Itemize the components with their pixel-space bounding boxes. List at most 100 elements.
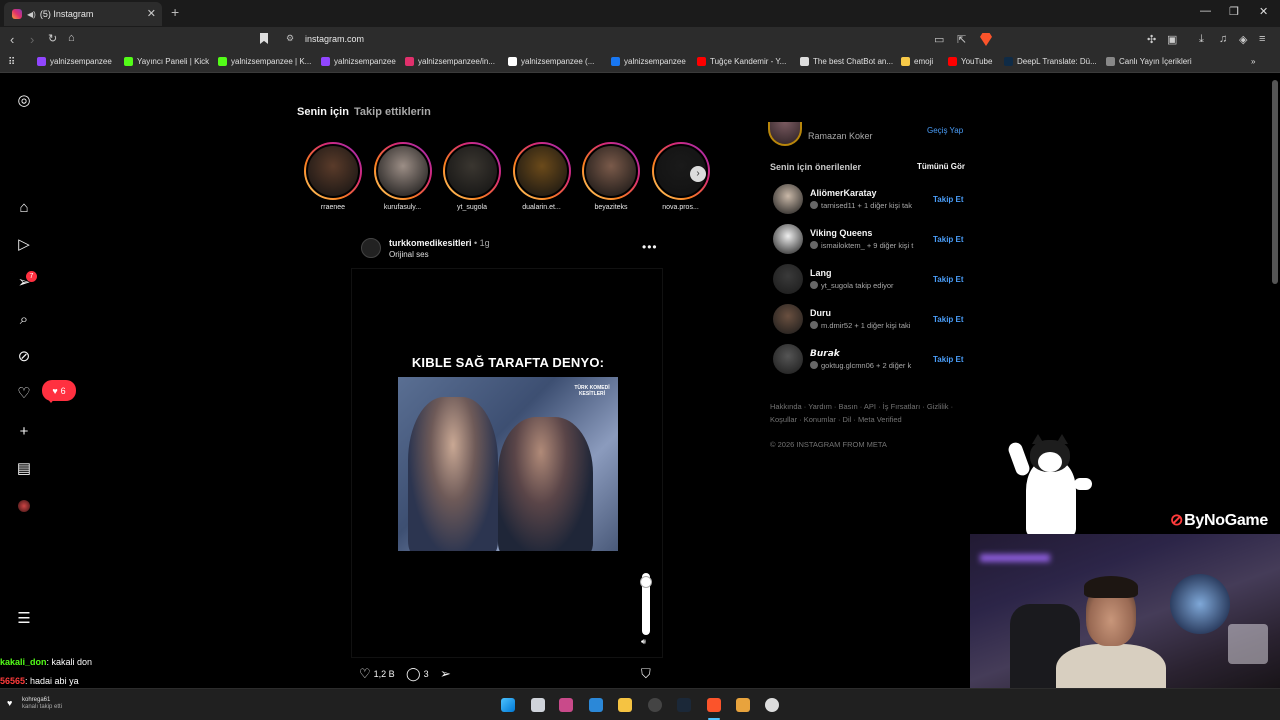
skull-app-icon[interactable] xyxy=(765,698,779,712)
bookmark-item[interactable]: Canlı Yayın İçerikleri xyxy=(1106,57,1192,66)
like-button[interactable]: ♡ 1,2 B xyxy=(359,666,395,682)
bookmark-item[interactable]: yalnizsempanzee/in... xyxy=(405,57,495,66)
reload-icon[interactable]: ↻ xyxy=(48,32,57,45)
suggestion-avatar[interactable] xyxy=(773,264,803,294)
minimize-icon[interactable]: — xyxy=(1200,5,1211,17)
follow-button[interactable]: Takip Et xyxy=(933,235,964,244)
url-field[interactable]: ⚙ instagram.com xyxy=(281,31,1001,49)
follow-button[interactable]: Takip Et xyxy=(933,195,964,204)
notification-pill[interactable]: ♥ 6 xyxy=(42,380,76,403)
back-icon[interactable]: ‹ xyxy=(10,32,14,47)
bookmark-item[interactable]: Tuğçe Kandemir - Y... xyxy=(697,57,786,66)
bookmark-page-icon[interactable] xyxy=(260,33,268,44)
speaker-icon[interactable]: ◀) xyxy=(27,10,36,19)
sidebar-toggle-icon[interactable]: ▣ xyxy=(1167,33,1177,46)
story-item[interactable]: dualarin.et... xyxy=(512,142,571,211)
post-video[interactable]: KIBLE SAĞ TARAFTA DENYO: TÜRK KOMEDİ KES… xyxy=(351,268,663,658)
forward-icon[interactable]: › xyxy=(30,32,34,47)
explore-nav-icon[interactable]: ⊘ xyxy=(16,349,32,365)
follow-button[interactable]: Takip Et xyxy=(933,315,964,324)
home-icon[interactable]: ⌂ xyxy=(68,32,75,44)
suggestion-avatar[interactable] xyxy=(773,344,803,374)
page-scrollbar[interactable] xyxy=(1272,80,1278,284)
suggestion-name[interactable]: Duru xyxy=(810,308,831,318)
obs-icon[interactable] xyxy=(648,698,662,712)
search-nav-icon[interactable]: ⌕ xyxy=(16,312,32,328)
post-author-avatar[interactable] xyxy=(361,238,381,258)
suggestion-name[interactable]: AliömerKaratay xyxy=(810,188,877,198)
suggestion-avatar[interactable] xyxy=(773,304,803,334)
snipping-tool-icon[interactable] xyxy=(559,698,573,712)
media-icon[interactable]: ♫ xyxy=(1219,33,1227,45)
dancing-cat-overlay xyxy=(1006,432,1092,536)
restore-icon[interactable]: ❐ xyxy=(1229,5,1239,18)
more-menu-icon[interactable]: ☰ xyxy=(16,611,32,627)
close-tab-icon[interactable]: ✕ xyxy=(147,7,156,20)
volume-slider[interactable] xyxy=(640,573,652,635)
menu-icon[interactable]: ≡ xyxy=(1259,33,1265,45)
story-item[interactable]: rraenee xyxy=(304,142,362,211)
file-explorer-icon[interactable] xyxy=(618,698,632,712)
bookmark-item[interactable]: emoji xyxy=(901,57,933,66)
download-icon[interactable]: ⤓ xyxy=(1199,33,1204,46)
save-button[interactable]: ⛉ xyxy=(641,666,654,682)
comment-button[interactable]: ◯ 3 xyxy=(406,666,429,682)
tab-following[interactable]: Takip ettiklerin xyxy=(354,106,431,118)
volume-slider-knob[interactable] xyxy=(640,576,652,588)
new-tab-icon[interactable]: + xyxy=(171,4,179,20)
windows-taskbar: ♥ kohrega61 kanalı takip etti xyxy=(0,688,1280,720)
close-window-icon[interactable]: ✕ xyxy=(1259,5,1268,18)
cast-icon[interactable]: ▭ xyxy=(934,33,944,46)
photos-icon[interactable] xyxy=(589,698,603,712)
story-item[interactable]: yt_sugola xyxy=(443,142,501,211)
dashboard-nav-icon[interactable]: ▤ xyxy=(16,461,32,477)
suggestion-name[interactable]: Viking Queens xyxy=(810,228,872,238)
site-info-icon[interactable]: ⚙ xyxy=(286,33,294,44)
bookmark-item[interactable]: yalnizsempanzee (... xyxy=(508,57,594,66)
bookmark-item[interactable]: YouTube xyxy=(948,57,992,66)
bookmark-item[interactable]: yalnizsempanzee xyxy=(321,57,396,66)
bookmark-item[interactable]: DeepL Translate: Dü... xyxy=(1004,57,1097,66)
apps-grid-icon[interactable]: ⠿ xyxy=(8,57,15,68)
browser-tab-instagram[interactable]: ◀) (5) Instagram ✕ xyxy=(4,2,162,26)
bookmark-item[interactable]: yalnizsempanzee xyxy=(611,57,686,66)
bookmark-item[interactable]: yalnizsempanzee xyxy=(37,57,112,66)
extensions-icon[interactable]: ✣ xyxy=(1147,33,1156,46)
post-username[interactable]: turkkomedikesitleri xyxy=(389,238,472,248)
bookmark-item[interactable]: Yayıncı Paneli | Kick xyxy=(124,57,209,66)
task-view-icon[interactable] xyxy=(531,698,545,712)
more-bookmarks-icon[interactable]: » xyxy=(1251,57,1255,66)
instagram-logo-icon[interactable]: ◎ xyxy=(16,93,32,109)
footer-links-2[interactable]: Koşullar · Konumlar · Dil · Meta Verifie… xyxy=(770,415,902,424)
bookmark-item[interactable]: yalnizsempanzee | K... xyxy=(218,57,311,66)
suggestion-avatar[interactable] xyxy=(773,224,803,254)
suggestion-name[interactable]: Lang xyxy=(810,268,832,278)
stories-next-icon[interactable]: › xyxy=(690,166,706,182)
switch-account-link[interactable]: Geçiş Yap xyxy=(927,126,963,135)
reels-nav-icon[interactable]: ▷ xyxy=(16,237,32,253)
story-item[interactable]: kurufasuly... xyxy=(373,142,432,211)
tab-for-you[interactable]: Senin için xyxy=(297,106,349,118)
bookmark-item[interactable]: The best ChatBot an... xyxy=(800,57,893,66)
see-all-link[interactable]: Tümünü Gör xyxy=(917,162,965,171)
suggestion-name[interactable]: 𝘽𝙪𝙧𝙖𝙠 xyxy=(810,348,840,359)
notifications-heart-icon[interactable]: ♡ xyxy=(16,386,32,402)
post-options-icon[interactable]: ••• xyxy=(642,240,658,254)
brave-browser-icon[interactable] xyxy=(707,698,721,712)
start-menu-icon[interactable] xyxy=(501,698,515,712)
media-player-icon[interactable] xyxy=(736,698,750,712)
suggestion-avatar[interactable] xyxy=(773,184,803,214)
footer-links[interactable]: Hakkında · Yardım · Basın · API · İş Fır… xyxy=(770,402,953,411)
story-item[interactable]: beyaziteks xyxy=(582,142,640,211)
profile-avatar[interactable] xyxy=(18,500,30,512)
vpn-icon[interactable]: ◈ xyxy=(1239,33,1247,46)
home-nav-icon[interactable]: ⌂ xyxy=(16,200,32,216)
share-button[interactable]: ➢ xyxy=(440,666,454,682)
steam-icon[interactable] xyxy=(677,698,691,712)
share-icon[interactable]: ⇱ xyxy=(957,33,966,46)
follow-button[interactable]: Takip Et xyxy=(933,355,964,364)
follow-button[interactable]: Takip Et xyxy=(933,275,964,284)
create-nav-icon[interactable]: + xyxy=(16,424,32,440)
volume-icon[interactable]: 🔊︎ xyxy=(641,637,646,647)
post-audio[interactable]: Orijinal ses xyxy=(389,250,429,259)
